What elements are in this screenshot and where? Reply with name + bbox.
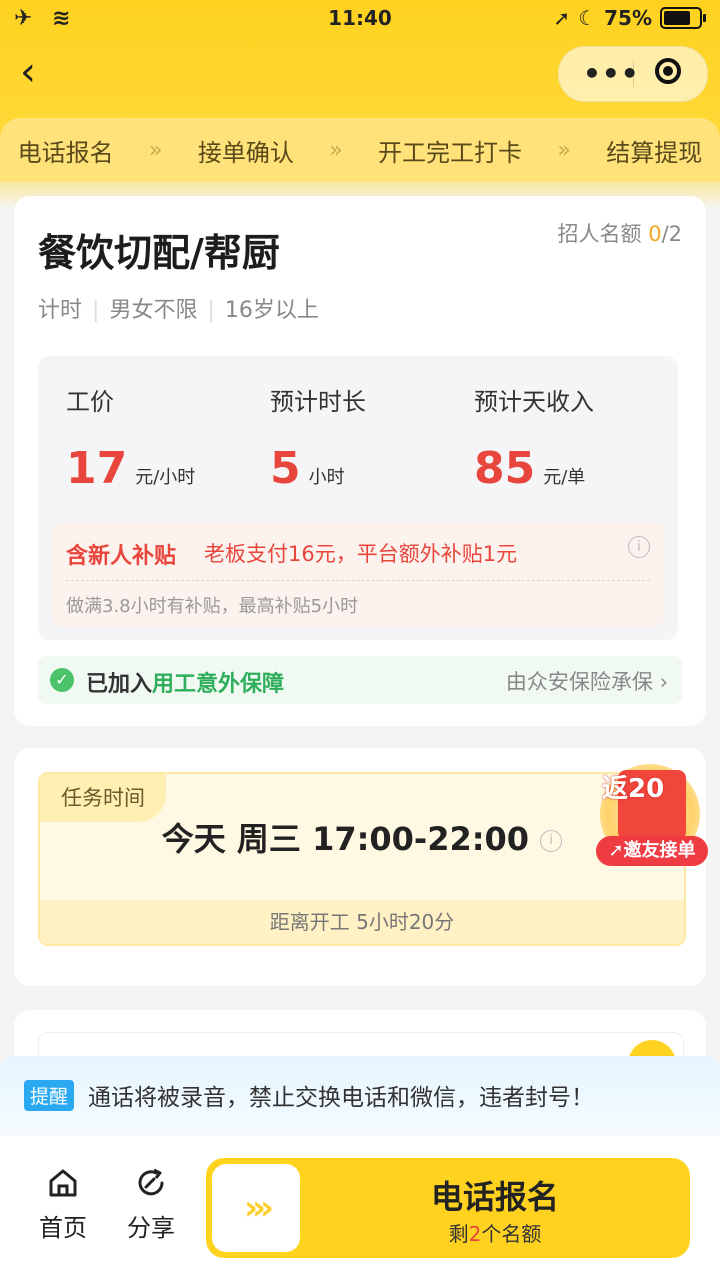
task-time: 今天 周三 17:00-22:00 <box>161 820 530 858</box>
subsidy-heading: 含新人补贴 <box>66 544 177 569</box>
moon-icon: ☾ <box>578 6 597 30</box>
step-3: 开工完工打卡 <box>378 138 523 167</box>
location-icon: ➚ <box>553 6 571 30</box>
check-shield-icon: ✓ <box>50 668 74 692</box>
phone-signup-button[interactable]: ››› 电话报名 剩2个名额 <box>206 1158 690 1258</box>
step-arrow-icon: » <box>329 137 343 163</box>
chevron-right-icon: › <box>659 670 668 694</box>
close-target-icon[interactable] <box>655 58 681 84</box>
subsidy-note: 做满3.8小时有补贴，最高补贴5小时 <box>66 596 359 617</box>
battery-percent: 75% <box>604 6 652 30</box>
back-icon[interactable]: ‹ <box>20 52 64 96</box>
countdown: 距离开工 5小时20分 <box>40 900 684 944</box>
invite-promo-badge[interactable]: 返20 ➚邀友接单 <box>596 764 710 868</box>
step-arrow-icon: » <box>149 137 163 163</box>
insurance-bar[interactable]: ✓ 已加入用工意外保障 由众安保险承保 › <box>38 656 682 704</box>
notice-text: 通话将被录音，禁止交换电话和微信，违者封号！ <box>88 1085 594 1111</box>
pay-panel: 工价 17 元/小时 预计时长 5 小时 预计天收入 85 元/单 含新人补贴 老板支… <box>38 356 678 640</box>
price-column: 工价 17 元/小时 <box>66 388 196 494</box>
more-icon[interactable]: ••• <box>583 57 640 90</box>
battery-icon <box>660 7 706 29</box>
task-time-box: 任务时间 今天 周三 17:00-22:00 i 距离开工 5小时20分 <box>38 772 686 946</box>
triple-chevron-icon: ››› <box>212 1164 300 1252</box>
share-button[interactable]: 分享 <box>116 1166 186 1243</box>
home-icon <box>49 1169 77 1197</box>
quota: 招人名额 0/2 <box>557 222 683 246</box>
notice-tag: 提醒 <box>24 1080 75 1111</box>
step-2: 接单确认 <box>197 138 294 167</box>
job-tags: 计时 | 男女不限 | 16岁以上 <box>38 298 319 323</box>
mini-program-capsule: ••• <box>558 46 708 102</box>
info-icon[interactable]: i <box>628 536 650 558</box>
promo-amount: 返20 <box>602 774 665 804</box>
step-1: 电话报名 <box>17 138 114 167</box>
promo-label: ➚邀友接单 <box>596 836 708 866</box>
status-bar: ✈ ≋ 11:40 ➚ ☾ 75% <box>0 0 720 38</box>
step-4: 结算提现 <box>606 138 703 167</box>
recording-notice: 提醒 通话将被录音，禁止交换电话和微信，违者封号！ <box>0 1056 720 1136</box>
job-title: 餐饮切配/帮厨 <box>38 231 280 275</box>
tag-billing: 计时 <box>38 298 83 323</box>
info-icon[interactable]: i <box>540 830 563 852</box>
subsidy-box: 含新人补贴 老板支付16元，平台额外补贴1元 i 做满3.8小时有补贴，最高补贴… <box>52 522 664 626</box>
process-steps: 电话报名 » 接单确认 » 开工完工打卡 » 结算提现 <box>0 118 720 182</box>
home-button[interactable]: 首页 <box>28 1166 98 1243</box>
job-card: 餐饮切配/帮厨 招人名额 0/2 计时 | 男女不限 | 16岁以上 工价 17 元/小时… <box>14 196 706 726</box>
share-icon <box>138 1168 164 1196</box>
income-column: 预计天收入 85 元/单 <box>474 388 594 494</box>
duration-column: 预计时长 5 小时 <box>270 388 366 494</box>
insurance-provider: 由众安保险承保 <box>505 670 653 694</box>
subsidy-detail: 老板支付16元，平台额外补贴1元 <box>204 542 518 566</box>
tag-gender: 男女不限 <box>109 298 198 323</box>
tag-age: 16岁以上 <box>224 298 319 323</box>
bottom-bar: 首页 分享 ››› 电话报名 剩2个名额 <box>0 1136 720 1280</box>
step-arrow-icon: » <box>557 137 571 163</box>
